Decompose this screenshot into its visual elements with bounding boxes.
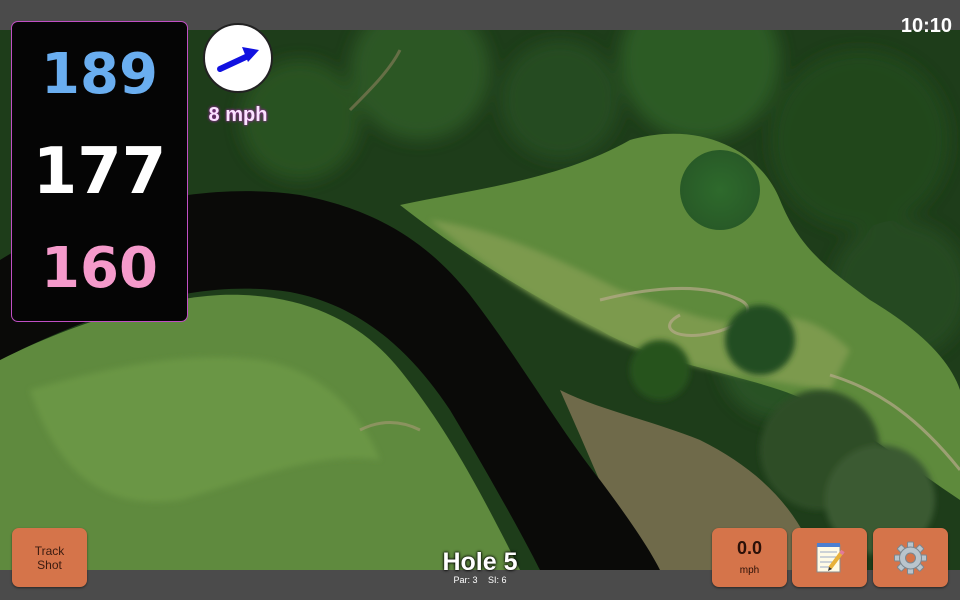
gear-icon [894,541,927,575]
golf-gps-screen: 10:10 189 177 160 8 mph Track Shot Hole … [0,0,960,600]
front-yardage: 160 [41,236,158,301]
center-yardage: 177 [32,135,167,209]
track-shot-label-line2: Shot [37,558,62,572]
speed-value: 0.0 [736,538,763,558]
hole-stroke-index: SI: 6 [488,575,507,585]
track-shot-label-line1: Track [34,544,65,558]
track-shot-button[interactable]: Track Shot [12,528,87,587]
wind-arrow-icon [217,47,259,72]
speed-unit: mph [739,565,760,576]
hole-info: Hole 5 Par: 3 SI: 6 [400,548,560,585]
notes-button[interactable] [792,528,867,587]
hole-details: Par: 3 SI: 6 [400,575,560,585]
hole-title: Hole 5 [442,548,518,576]
settings-button[interactable] [873,528,948,587]
back-yardage: 189 [41,42,158,107]
hole-par: Par: 3 [453,575,478,585]
yardage-panel: 189 177 160 [11,21,188,322]
wind-speed: 8 mph [208,104,268,126]
clock: 10:10 [900,15,952,37]
notepad-icon [816,543,845,573]
speed-button[interactable]: 0.0 mph [712,528,787,587]
wind-indicator [203,23,273,93]
